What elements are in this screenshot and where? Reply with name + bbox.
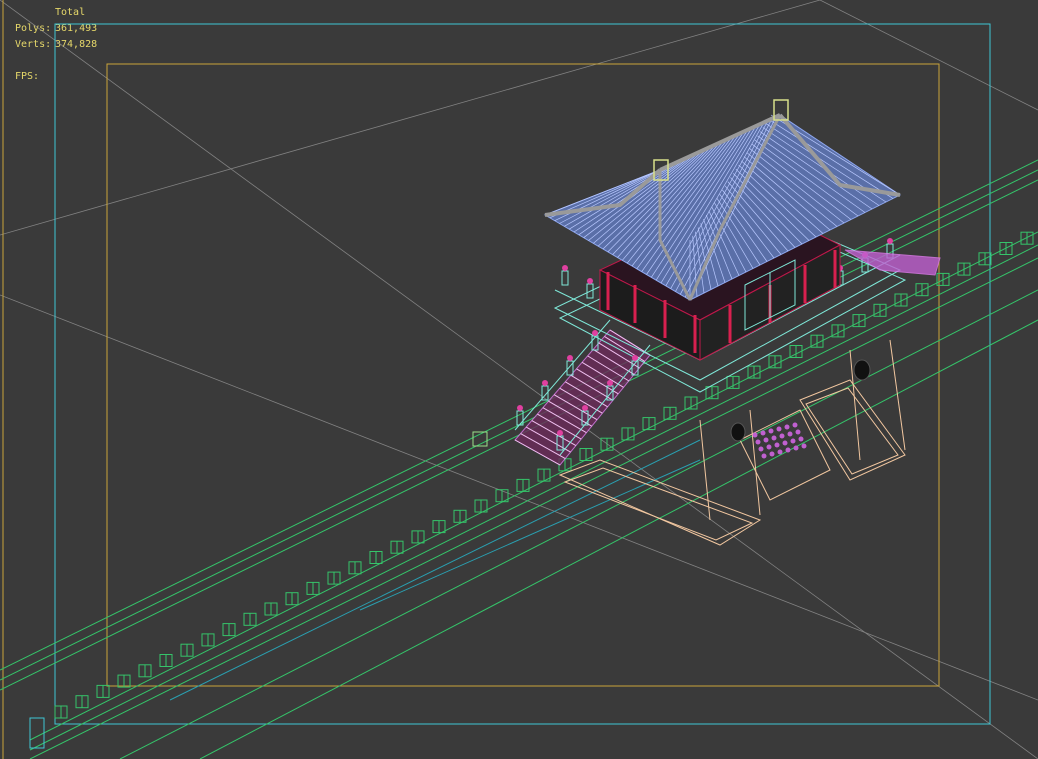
safe-frame-outer [54,23,991,725]
city-wall-wireframe [0,159,1038,759]
wall-battlements [54,231,1034,719]
staircase-wireframe [514,319,651,466]
grid-lines [0,0,1038,759]
perspective-viewport[interactable]: Total Polys: 361,493 Verts: 374,828 FPS: [0,0,1038,759]
scene-props [29,359,871,749]
wireframe-scene[interactable] [0,0,1038,759]
